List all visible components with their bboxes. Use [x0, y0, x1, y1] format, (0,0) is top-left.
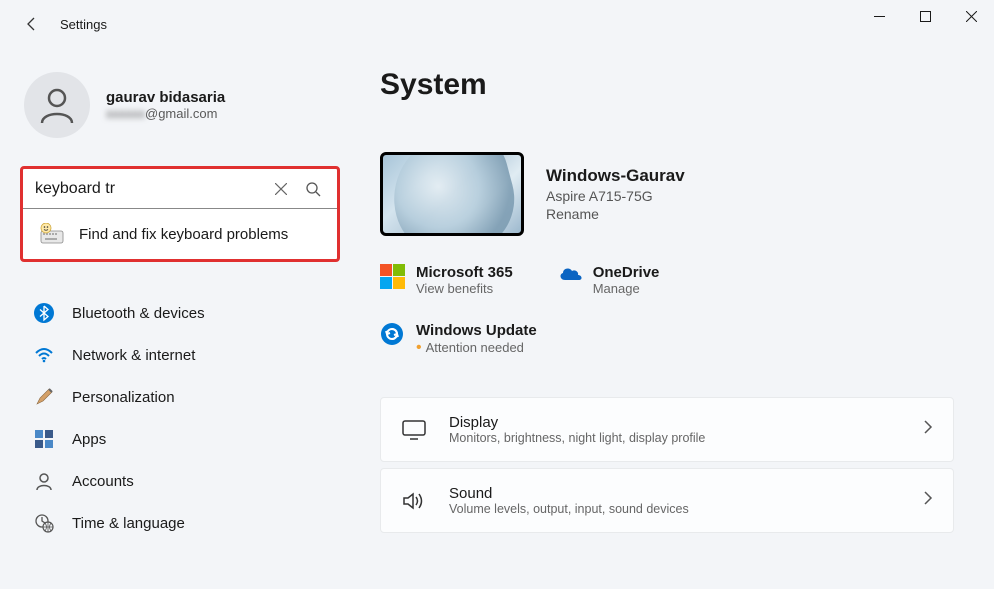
service-name: OneDrive [593, 264, 660, 281]
service-windows-update[interactable]: Windows Update Attention needed [380, 322, 537, 357]
search-icon [305, 181, 321, 197]
nav-label: Network & internet [72, 347, 195, 364]
nav-item-personalization[interactable]: Personalization [20, 376, 340, 418]
sound-icon [401, 488, 427, 514]
chevron-right-icon [923, 491, 933, 510]
back-button[interactable] [12, 4, 52, 44]
nav-label: Accounts [72, 473, 134, 490]
nav-list: Bluetooth & devices Network & internet P… [20, 292, 340, 544]
device-model: Aspire A715-75G [546, 188, 685, 204]
search-result-item[interactable]: Find and fix keyboard problems [23, 209, 337, 259]
device-name: Windows-Gaurav [546, 166, 685, 186]
update-icon [380, 322, 404, 346]
card-title: Display [449, 414, 901, 431]
arrow-left-icon [24, 16, 40, 32]
search-container: Find and fix keyboard problems [20, 166, 340, 262]
profile-area[interactable]: gaurav bidasaria xxxxxx@gmail.com [24, 72, 340, 138]
keyboard-troubleshoot-icon [39, 223, 63, 245]
device-row: Windows-Gaurav Aspire A715-75G Rename [380, 152, 954, 236]
card-subtitle: Volume levels, output, input, sound devi… [449, 502, 901, 516]
minimize-button[interactable] [856, 0, 902, 32]
maximize-button[interactable] [902, 0, 948, 32]
profile-name: gaurav bidasaria [106, 89, 225, 106]
page-title: System [380, 68, 954, 102]
account-icon [34, 471, 54, 491]
card-sound[interactable]: Sound Volume levels, output, input, soun… [380, 468, 954, 533]
nav-item-network[interactable]: Network & internet [20, 334, 340, 376]
search-input[interactable] [31, 180, 265, 198]
card-subtitle: Monitors, brightness, night light, displ… [449, 431, 901, 445]
clock-globe-icon [34, 513, 54, 533]
minimize-icon [874, 11, 885, 22]
search-clear-button[interactable] [265, 173, 297, 205]
bluetooth-icon [34, 303, 54, 323]
maximize-icon [920, 11, 931, 22]
card-display[interactable]: Display Monitors, brightness, night ligh… [380, 397, 954, 462]
wifi-icon [34, 345, 54, 365]
x-icon [275, 183, 287, 195]
close-button[interactable] [948, 0, 994, 32]
service-sub: Manage [593, 281, 660, 296]
service-name: Microsoft 365 [416, 264, 513, 281]
chevron-right-icon [923, 420, 933, 439]
rename-link[interactable]: Rename [546, 206, 685, 222]
nav-label: Apps [72, 431, 106, 448]
desktop-preview[interactable] [380, 152, 524, 236]
nav-item-time[interactable]: Time & language [20, 502, 340, 544]
sidebar: gaurav bidasaria xxxxxx@gmail.com Find a… [20, 48, 360, 544]
apps-icon [34, 429, 54, 449]
window-title: Settings [60, 17, 107, 32]
service-onedrive[interactable]: OneDrive Manage [557, 264, 660, 296]
service-ms365[interactable]: Microsoft 365 View benefits [380, 264, 513, 296]
main-panel: System Windows-Gaurav Aspire A715-75G Re… [360, 48, 974, 544]
nav-label: Bluetooth & devices [72, 305, 205, 322]
display-icon [401, 417, 427, 443]
microsoft-icon [380, 264, 404, 288]
onedrive-icon [557, 264, 581, 288]
nav-item-bluetooth[interactable]: Bluetooth & devices [20, 292, 340, 334]
search-result-label: Find and fix keyboard problems [79, 226, 288, 243]
close-icon [966, 11, 977, 22]
service-sub: View benefits [416, 281, 513, 296]
person-icon [37, 85, 77, 125]
nav-label: Personalization [72, 389, 175, 406]
avatar [24, 72, 90, 138]
nav-item-apps[interactable]: Apps [20, 418, 340, 460]
brush-icon [34, 387, 54, 407]
search-submit-button[interactable] [297, 173, 329, 205]
nav-item-accounts[interactable]: Accounts [20, 460, 340, 502]
service-name: Windows Update [416, 322, 537, 339]
service-sub: Attention needed [416, 339, 537, 357]
profile-email: xxxxxx@gmail.com [106, 106, 225, 121]
nav-label: Time & language [72, 515, 185, 532]
card-title: Sound [449, 485, 901, 502]
